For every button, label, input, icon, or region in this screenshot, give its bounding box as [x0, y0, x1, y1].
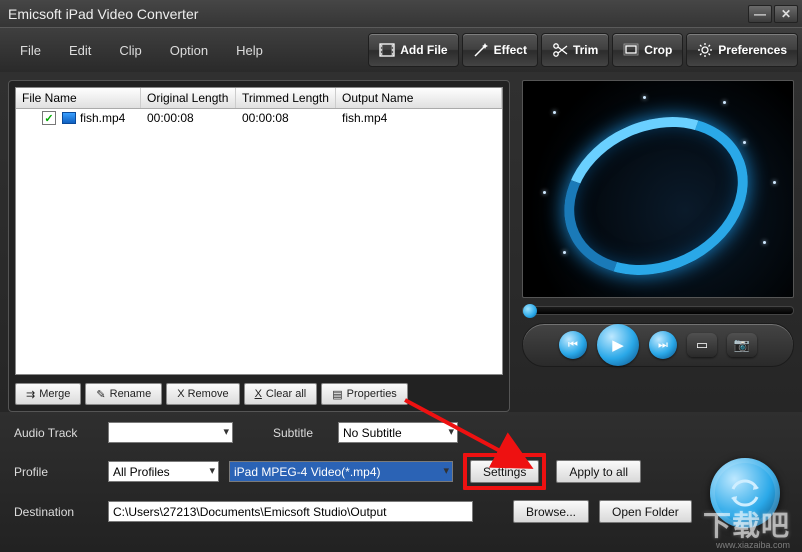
menu-option[interactable]: Option [164, 39, 214, 62]
remove-label: X Remove [177, 388, 228, 400]
audio-track-combo[interactable] [108, 422, 233, 443]
row-checkbox[interactable]: ✓ [42, 111, 56, 125]
trim-label: Trim [573, 43, 598, 57]
menu-file[interactable]: File [14, 39, 47, 62]
menu-help[interactable]: Help [230, 39, 269, 62]
merge-icon: ⇉ [26, 388, 35, 401]
clear-icon: X [255, 388, 262, 400]
crop-icon [623, 42, 639, 58]
preview-artwork [538, 88, 774, 298]
titlebar: Emicsoft iPad Video Converter — ✕ [0, 0, 802, 28]
video-icon [62, 112, 76, 124]
play-button[interactable]: ▶ [597, 324, 639, 366]
col-trimmed-length[interactable]: Trimmed Length [236, 88, 336, 108]
menu-clip[interactable]: Clip [113, 39, 147, 62]
destination-field[interactable]: C:\Users\27213\Documents\Emicsoft Studio… [108, 501, 473, 522]
properties-label: Properties [347, 388, 397, 400]
destination-label: Destination [14, 505, 98, 519]
settings-button[interactable]: Settings [470, 460, 539, 483]
rename-label: Rename [110, 388, 152, 400]
snapshot-button[interactable]: 📷 [727, 333, 757, 357]
add-file-button[interactable]: Add File [368, 33, 458, 67]
add-file-label: Add File [400, 43, 447, 57]
row-trimmed-length: 00:00:08 [236, 111, 336, 125]
preferences-label: Preferences [718, 43, 787, 57]
main-area: File Name Original Length Trimmed Length… [0, 72, 802, 412]
audio-track-label: Audio Track [14, 426, 98, 440]
apply-to-all-button[interactable]: Apply to all [556, 460, 641, 483]
col-original-length[interactable]: Original Length [141, 88, 236, 108]
file-header: File Name Original Length Trimmed Length… [16, 88, 502, 109]
trim-button[interactable]: Trim [541, 33, 609, 67]
pencil-icon: ✎ [96, 388, 105, 401]
row-original-length: 00:00:08 [141, 111, 236, 125]
profile-label: Profile [14, 465, 98, 479]
minimize-button[interactable]: — [748, 5, 772, 23]
open-folder-button[interactable]: Open Folder [599, 500, 692, 523]
fullscreen-button[interactable]: ▭ [687, 333, 717, 357]
menu-items: File Edit Clip Option Help [4, 39, 279, 62]
file-list: File Name Original Length Trimmed Length… [15, 87, 503, 375]
prev-button[interactable]: ⏮ [559, 331, 587, 359]
effect-button[interactable]: Effect [462, 33, 538, 67]
clear-all-button[interactable]: X Clear all [244, 383, 318, 405]
clear-label: Clear all [266, 388, 306, 400]
row-filename: fish.mp4 [80, 111, 125, 125]
window-title: Emicsoft iPad Video Converter [8, 6, 746, 22]
row-output-name: fish.mp4 [336, 111, 502, 125]
preview-screen [522, 80, 794, 298]
file-actions: ⇉ Merge ✎ Rename X Remove X Clear all ▤ Prop… [15, 383, 503, 405]
remove-button[interactable]: X Remove [166, 383, 239, 405]
wand-icon [473, 42, 489, 58]
subtitle-combo[interactable]: No Subtitle [338, 422, 458, 443]
list-icon: ▤ [332, 388, 342, 401]
menubar: File Edit Clip Option Help Add File Effe… [0, 28, 802, 72]
crop-label: Crop [644, 43, 672, 57]
gear-icon [697, 42, 713, 58]
effect-label: Effect [494, 43, 527, 57]
scissors-icon [552, 42, 568, 58]
convert-icon [727, 475, 763, 511]
properties-button[interactable]: ▤ Properties [321, 383, 408, 405]
profile-group-combo[interactable]: All Profiles [108, 461, 219, 482]
film-icon [379, 42, 395, 58]
merge-label: Merge [39, 388, 70, 400]
rename-button[interactable]: ✎ Rename [85, 383, 162, 405]
bottom-panel: Audio Track Subtitle No Subtitle Profile… [0, 412, 802, 552]
close-button[interactable]: ✕ [774, 5, 798, 23]
table-row[interactable]: ✓ fish.mp4 00:00:08 00:00:08 fish.mp4 [16, 109, 502, 127]
progress-slider[interactable] [522, 306, 794, 315]
col-filename[interactable]: File Name [16, 88, 141, 108]
next-button[interactable]: ⏭ [649, 331, 677, 359]
preferences-button[interactable]: Preferences [686, 33, 798, 67]
preview-panel: ⏮ ▶ ⏭ ▭ 📷 [522, 80, 794, 412]
progress-knob[interactable] [523, 304, 537, 318]
profile-combo[interactable]: iPad MPEG-4 Video(*.mp4) [229, 461, 453, 482]
crop-button[interactable]: Crop [612, 33, 683, 67]
file-panel: File Name Original Length Trimmed Length… [8, 80, 510, 412]
toolbar: Add File Effect Trim Crop Preferences [368, 33, 798, 67]
playback-controls: ⏮ ▶ ⏭ ▭ 📷 [522, 323, 794, 367]
menu-edit[interactable]: Edit [63, 39, 97, 62]
convert-button[interactable] [710, 458, 780, 528]
merge-button[interactable]: ⇉ Merge [15, 383, 81, 405]
subtitle-label: Subtitle [273, 426, 328, 440]
settings-highlight: Settings [463, 453, 546, 490]
col-output-name[interactable]: Output Name [336, 88, 502, 108]
browse-button[interactable]: Browse... [513, 500, 589, 523]
